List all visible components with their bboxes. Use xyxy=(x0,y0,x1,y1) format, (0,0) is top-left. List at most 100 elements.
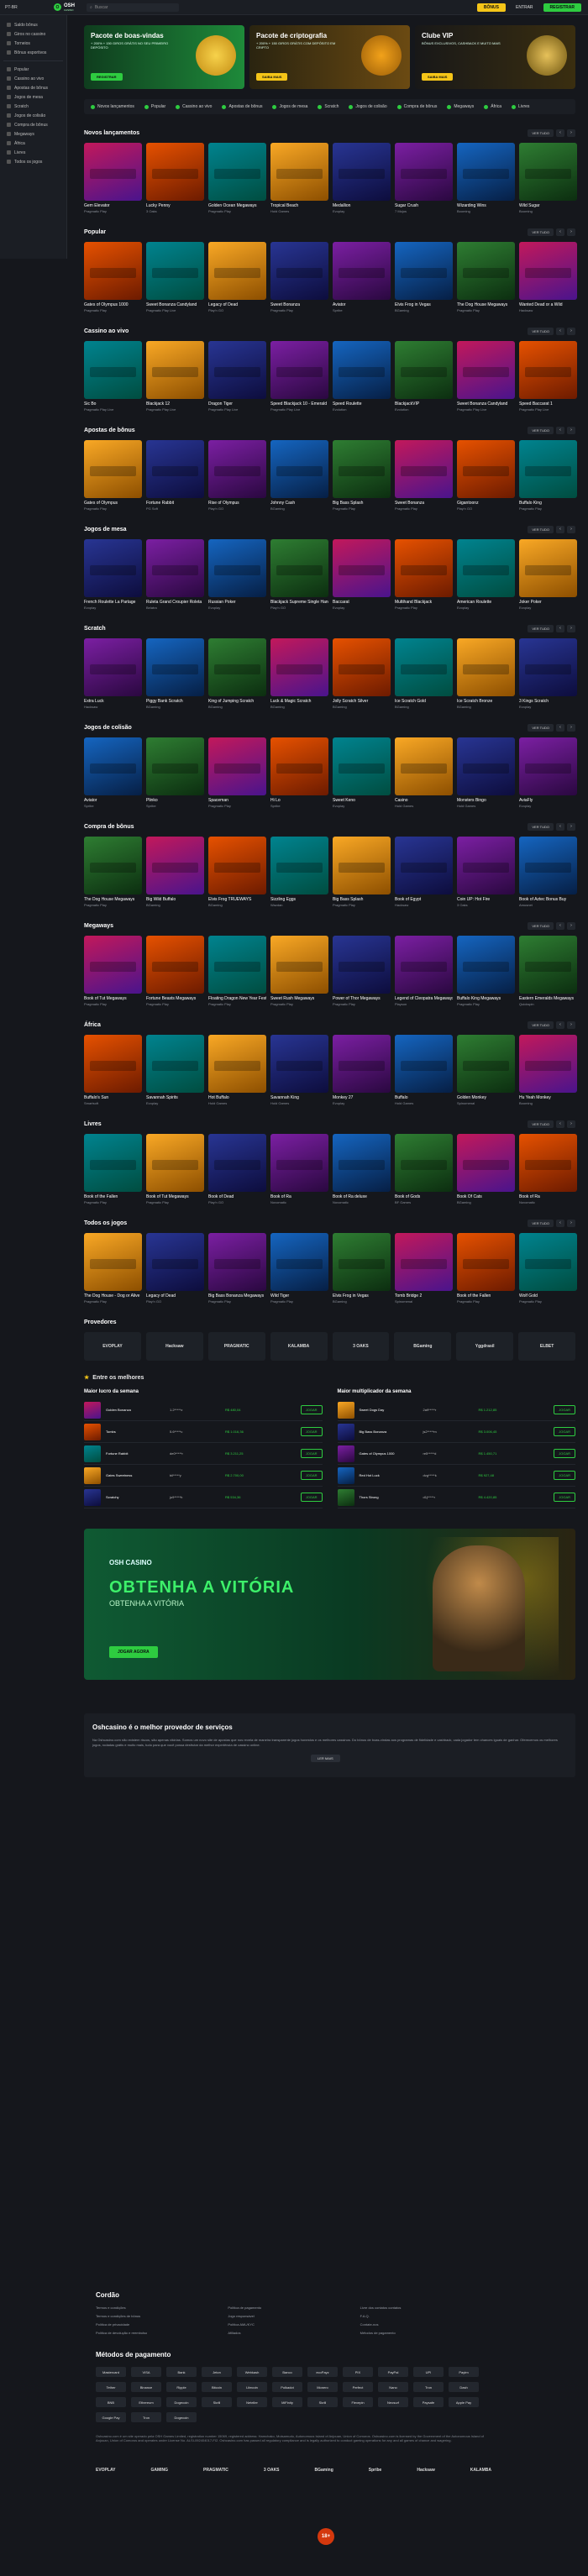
game-tile[interactable]: Power of Thor Megaways Pragmatic Play xyxy=(333,936,391,1006)
play-button[interactable]: JOGAR xyxy=(554,1471,575,1480)
game-thumbnail[interactable] xyxy=(84,936,142,994)
game-thumbnail[interactable] xyxy=(146,837,204,895)
game-thumbnail[interactable] xyxy=(457,1134,515,1192)
category-tab[interactable]: Popular xyxy=(144,104,165,109)
game-thumbnail[interactable] xyxy=(146,440,204,498)
game-tile[interactable]: Hot Buffalo Hold Games xyxy=(208,1035,266,1105)
game-tile[interactable]: Aviator Spribe xyxy=(333,242,391,312)
see-all-button[interactable]: VER TUDO xyxy=(528,921,554,930)
game-tile[interactable]: Lucky Penny 3 Oaks xyxy=(146,143,204,213)
banner-more-button[interactable]: SAIBA MAIS xyxy=(422,73,454,81)
game-tile[interactable]: Book of Tut Megaways Pragmatic Play xyxy=(84,936,142,1006)
game-tile[interactable]: Floating Dragon New Year Festival Ultra … xyxy=(208,936,266,1006)
sidebar-item[interactable]: Compra de bônus xyxy=(3,120,63,129)
winner-game-thumbnail[interactable] xyxy=(84,1488,101,1506)
next-arrow-icon[interactable]: › xyxy=(567,624,575,632)
game-thumbnail[interactable] xyxy=(457,837,515,895)
see-all-button[interactable]: VER TUDO xyxy=(528,129,554,137)
game-tile[interactable]: Book of Aztec Bonus Buy Amusnet xyxy=(519,837,577,907)
footer-link[interactable]: Política AML/KYC xyxy=(228,2322,360,2331)
game-tile[interactable]: AviaFly Evoplay xyxy=(519,737,577,808)
category-tab[interactable]: Scratch xyxy=(318,104,339,109)
game-thumbnail[interactable] xyxy=(395,242,453,300)
provider-logo[interactable]: ELBET xyxy=(518,1332,575,1361)
game-tile[interactable]: BlackjackVIP Evolution xyxy=(395,341,453,412)
game-thumbnail[interactable] xyxy=(457,341,515,399)
game-tile[interactable]: Blackjack 12 Pragmatic Play Live xyxy=(146,341,204,412)
game-tile[interactable]: Sweet Keno Evoplay xyxy=(333,737,391,808)
game-thumbnail[interactable] xyxy=(395,1233,453,1291)
game-tile[interactable]: Multihand Blackjack Pragmatic Play xyxy=(395,539,453,610)
next-arrow-icon[interactable]: › xyxy=(567,1120,575,1128)
game-thumbnail[interactable] xyxy=(270,242,328,300)
game-thumbnail[interactable] xyxy=(84,440,142,498)
game-thumbnail[interactable] xyxy=(519,341,577,399)
game-thumbnail[interactable] xyxy=(84,737,142,795)
play-button[interactable]: JOGAR xyxy=(554,1427,575,1436)
game-tile[interactable]: Sweet Rush Megaways Pragmatic Play xyxy=(270,936,328,1006)
game-thumbnail[interactable] xyxy=(208,1035,266,1093)
game-tile[interactable]: The Dog House Megaways Pragmatic Play xyxy=(457,242,515,312)
sidebar-item[interactable]: Popular xyxy=(3,65,63,74)
game-tile[interactable]: French Roulette La Partage Evoplay xyxy=(84,539,142,610)
game-thumbnail[interactable] xyxy=(208,341,266,399)
provider-logo[interactable]: 3 OAKS xyxy=(332,1332,390,1361)
game-thumbnail[interactable] xyxy=(333,837,391,895)
welcome-banner[interactable]: Pacote de boas-vindas + 200% + 150 GIROS… xyxy=(84,25,244,89)
game-tile[interactable]: Hi Lo Spribe xyxy=(270,737,328,808)
footer-link[interactable]: Política de devolução e reembolso xyxy=(96,2331,228,2339)
see-all-button[interactable]: VER TUDO xyxy=(528,1219,554,1227)
game-tile[interactable]: Dragon Tiger Pragmatic Play Live xyxy=(208,341,266,412)
category-tab[interactable]: Megaways xyxy=(447,104,474,109)
game-thumbnail[interactable] xyxy=(84,242,142,300)
next-arrow-icon[interactable]: › xyxy=(567,228,575,236)
play-button[interactable]: JOGAR xyxy=(300,1493,323,1502)
next-arrow-icon[interactable]: › xyxy=(567,426,575,434)
game-thumbnail[interactable] xyxy=(395,936,453,994)
prev-arrow-icon[interactable]: ‹ xyxy=(556,723,564,732)
game-tile[interactable]: Sweet Bonanza Candyland Pragmatic Play Li… xyxy=(146,242,204,312)
category-tab[interactable]: Jogos de colisão xyxy=(349,104,387,109)
game-thumbnail[interactable] xyxy=(84,1233,142,1291)
see-all-button[interactable]: VER TUDO xyxy=(528,1120,554,1128)
register-button[interactable]: REGISTRAR xyxy=(543,3,581,12)
game-tile[interactable]: Sugar Crush 7 Mojos xyxy=(395,143,453,213)
game-thumbnail[interactable] xyxy=(270,539,328,597)
next-arrow-icon[interactable]: › xyxy=(567,525,575,533)
footer-link[interactable]: Termos e condições xyxy=(96,2306,228,2314)
next-arrow-icon[interactable]: › xyxy=(567,1020,575,1029)
footer-link[interactable]: Afiliados xyxy=(228,2331,360,2339)
game-tile[interactable]: American Roulette Evoplay xyxy=(457,539,515,610)
game-tile[interactable]: Sweet Bonanza Pragmatic Play xyxy=(395,440,453,511)
game-tile[interactable]: Tomb Bridge 2 Spinomenal xyxy=(395,1233,453,1304)
game-thumbnail[interactable] xyxy=(457,242,515,300)
game-thumbnail[interactable] xyxy=(395,837,453,895)
prev-arrow-icon[interactable]: ‹ xyxy=(556,624,564,632)
category-tab[interactable]: África xyxy=(484,104,501,109)
game-tile[interactable]: Johnny Cash BGaming xyxy=(270,440,328,511)
game-tile[interactable]: Coin UP: Hot Fire 3 Oaks xyxy=(457,837,515,907)
game-thumbnail[interactable] xyxy=(519,1134,577,1192)
game-thumbnail[interactable] xyxy=(270,1035,328,1093)
sidebar-item[interactable]: Scratch xyxy=(3,102,63,111)
footer-link[interactable]: Livre dos contatos contatos xyxy=(360,2306,492,2314)
game-thumbnail[interactable] xyxy=(208,1233,266,1291)
hero-play-button[interactable]: JOGAR AGORA xyxy=(109,1646,158,1658)
game-thumbnail[interactable] xyxy=(457,638,515,696)
category-tab[interactable]: Livres xyxy=(512,104,529,109)
game-thumbnail[interactable] xyxy=(519,1233,577,1291)
game-tile[interactable]: Gates of Olympus 1000 Pragmatic Play xyxy=(84,242,142,312)
play-button[interactable]: JOGAR xyxy=(300,1449,323,1458)
game-thumbnail[interactable] xyxy=(208,737,266,795)
prev-arrow-icon[interactable]: ‹ xyxy=(556,426,564,434)
play-button[interactable]: JOGAR xyxy=(300,1471,323,1480)
prev-arrow-icon[interactable]: ‹ xyxy=(556,921,564,930)
winner-game-thumbnail[interactable] xyxy=(337,1466,354,1484)
game-thumbnail[interactable] xyxy=(146,1035,204,1093)
game-tile[interactable]: Elvis Frog in Vegas BGaming xyxy=(395,242,453,312)
play-button[interactable]: JOGAR xyxy=(300,1427,323,1436)
bonus-button[interactable]: BÔNUS xyxy=(476,3,506,12)
game-thumbnail[interactable] xyxy=(333,341,391,399)
sidebar-item[interactable]: Apostas de bônus xyxy=(3,83,63,92)
game-tile[interactable]: Aviator Spribe xyxy=(84,737,142,808)
